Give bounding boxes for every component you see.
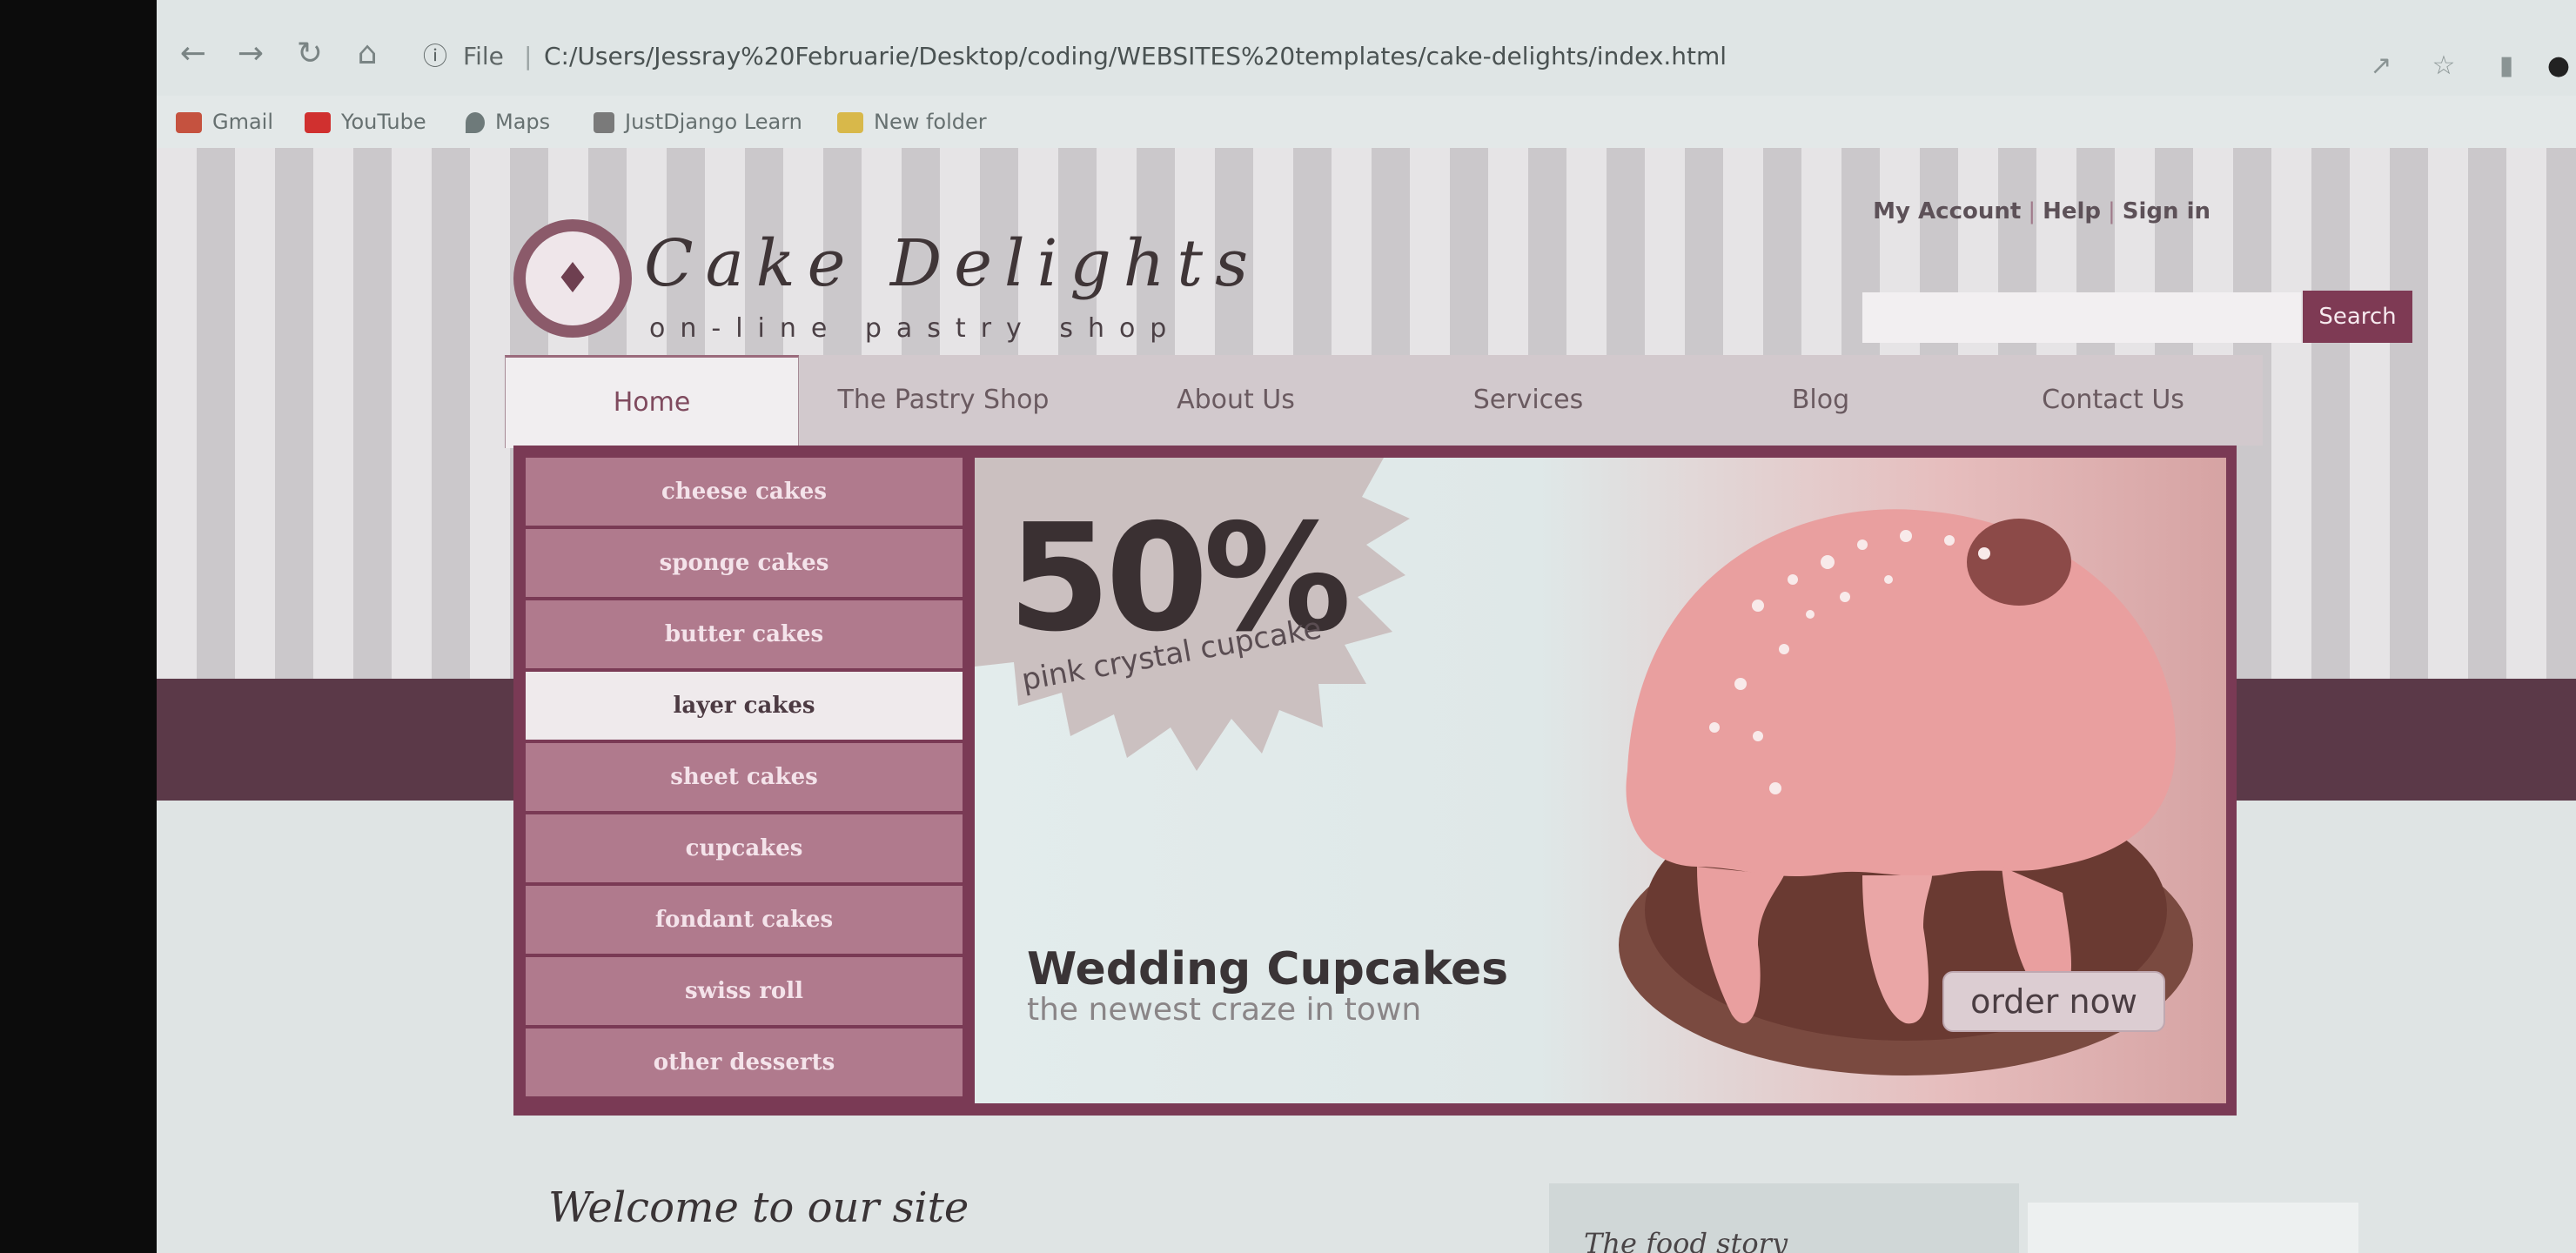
nav-contact-us[interactable]: Contact Us xyxy=(1967,355,2259,446)
food-story-side-panel xyxy=(2028,1203,2358,1253)
folder-icon xyxy=(837,112,863,133)
home-icon[interactable]: ⌂ xyxy=(346,33,388,75)
address-bar[interactable]: ⓘ File | C:/Users/Jessray%20Februarie/De… xyxy=(418,35,1932,78)
browser-toolbar: ← → ↻ ⌂ ⓘ File | C:/Users/Jessray%20Febr… xyxy=(157,0,2576,96)
nav-about-us[interactable]: About Us xyxy=(1090,355,1382,446)
sidebar-item-fondant-cakes[interactable]: fondant cakes xyxy=(526,886,963,957)
promo-banner[interactable]: 50% pink crystal cupcake Wedding Cupcake… xyxy=(975,458,2226,1103)
nav-blog[interactable]: Blog xyxy=(1674,355,1967,446)
youtube-icon xyxy=(305,112,331,133)
welcome-heading: Welcome to our site xyxy=(548,1183,969,1232)
help-link[interactable]: Help xyxy=(2043,198,2101,224)
search-button[interactable]: Search xyxy=(2303,291,2412,343)
sidebar-icon[interactable]: ▮ xyxy=(2489,49,2524,84)
account-links: My Account | Help | Sign in xyxy=(1873,198,2210,224)
promo-title: Wedding Cupcakes xyxy=(1027,943,1509,995)
bookmarks-bar: Gmail YouTube Maps JustDjango Learn New … xyxy=(157,96,2576,148)
bookmark-maps[interactable]: Maps xyxy=(466,104,550,139)
nav-home[interactable]: Home xyxy=(505,355,799,448)
main-navigation: Home The Pastry Shop About Us Services B… xyxy=(505,355,2263,448)
share-icon[interactable]: ↗ xyxy=(2364,49,2398,84)
account-separator: | xyxy=(2028,198,2036,224)
sidebar-item-cupcakes[interactable]: cupcakes xyxy=(526,814,963,886)
bookmark-label: New folder xyxy=(874,110,987,134)
sign-in-link[interactable]: Sign in xyxy=(2123,198,2210,224)
sidebar-item-sponge-cakes[interactable]: sponge cakes xyxy=(526,529,963,600)
sidebar-item-sheet-cakes[interactable]: sheet cakes xyxy=(526,743,963,814)
info-icon[interactable]: ⓘ xyxy=(418,35,453,78)
web-page: ♦ Cake Delights on-line pastry shop My A… xyxy=(157,148,2576,1253)
site-container: ♦ Cake Delights on-line pastry shop My A… xyxy=(505,183,2412,1253)
back-icon[interactable]: ← xyxy=(172,33,214,75)
sidebar-item-cheese-cakes[interactable]: cheese cakes xyxy=(526,458,963,529)
url-text[interactable]: C:/Users/Jessray%20Februarie/Desktop/cod… xyxy=(544,35,1727,78)
url-scheme-label: File xyxy=(463,42,504,70)
forward-icon[interactable]: → xyxy=(230,33,272,75)
maps-pin-icon xyxy=(466,112,485,133)
account-separator: | xyxy=(2108,198,2116,224)
featured-section: cheese cakes sponge cakes butter cakes l… xyxy=(513,446,2237,1116)
bookmark-gmail[interactable]: Gmail xyxy=(176,104,273,139)
my-account-link[interactable]: My Account xyxy=(1873,198,2021,224)
sidebar-item-swiss-roll[interactable]: swiss roll xyxy=(526,957,963,1029)
sidebar-item-layer-cakes[interactable]: layer cakes xyxy=(526,672,963,743)
sidebar-item-butter-cakes[interactable]: butter cakes xyxy=(526,600,963,672)
bookmark-youtube[interactable]: YouTube xyxy=(305,104,426,139)
profile-icon[interactable]: ● xyxy=(2541,49,2576,84)
bookmark-label: JustDjango Learn xyxy=(625,110,802,134)
sidebar-item-other-desserts[interactable]: other desserts xyxy=(526,1029,963,1100)
reload-icon[interactable]: ↻ xyxy=(289,33,331,75)
bookmark-label: Maps xyxy=(495,110,551,134)
cake-icon: ♦ xyxy=(526,231,620,325)
browser-window: ← → ↻ ⌂ ⓘ File | C:/Users/Jessray%20Febr… xyxy=(157,0,2576,1253)
search-input[interactable] xyxy=(1862,292,2301,343)
bookmark-label: Gmail xyxy=(212,110,274,134)
order-now-button[interactable]: order now xyxy=(1942,971,2165,1032)
bookmark-new-folder[interactable]: New folder xyxy=(837,104,987,139)
category-sidebar: cheese cakes sponge cakes butter cakes l… xyxy=(526,458,963,1103)
bookmark-justdjango[interactable]: JustDjango Learn xyxy=(594,104,802,139)
gmail-icon xyxy=(176,112,202,133)
logo-title[interactable]: Cake Delights xyxy=(644,226,1260,301)
justdjango-icon xyxy=(594,112,614,133)
url-separator: | xyxy=(524,42,533,70)
logo-tagline: on-line pastry shop xyxy=(649,313,1182,344)
star-icon[interactable]: ☆ xyxy=(2426,49,2461,84)
food-story-heading: The food story xyxy=(1584,1227,1788,1253)
nav-pastry-shop[interactable]: The Pastry Shop xyxy=(797,355,1090,446)
bookmark-label: YouTube xyxy=(341,110,426,134)
logo-badge[interactable]: ♦ xyxy=(513,219,632,338)
nav-services[interactable]: Services xyxy=(1382,355,1674,446)
promo-subtitle: the newest craze in town xyxy=(1027,992,1422,1028)
